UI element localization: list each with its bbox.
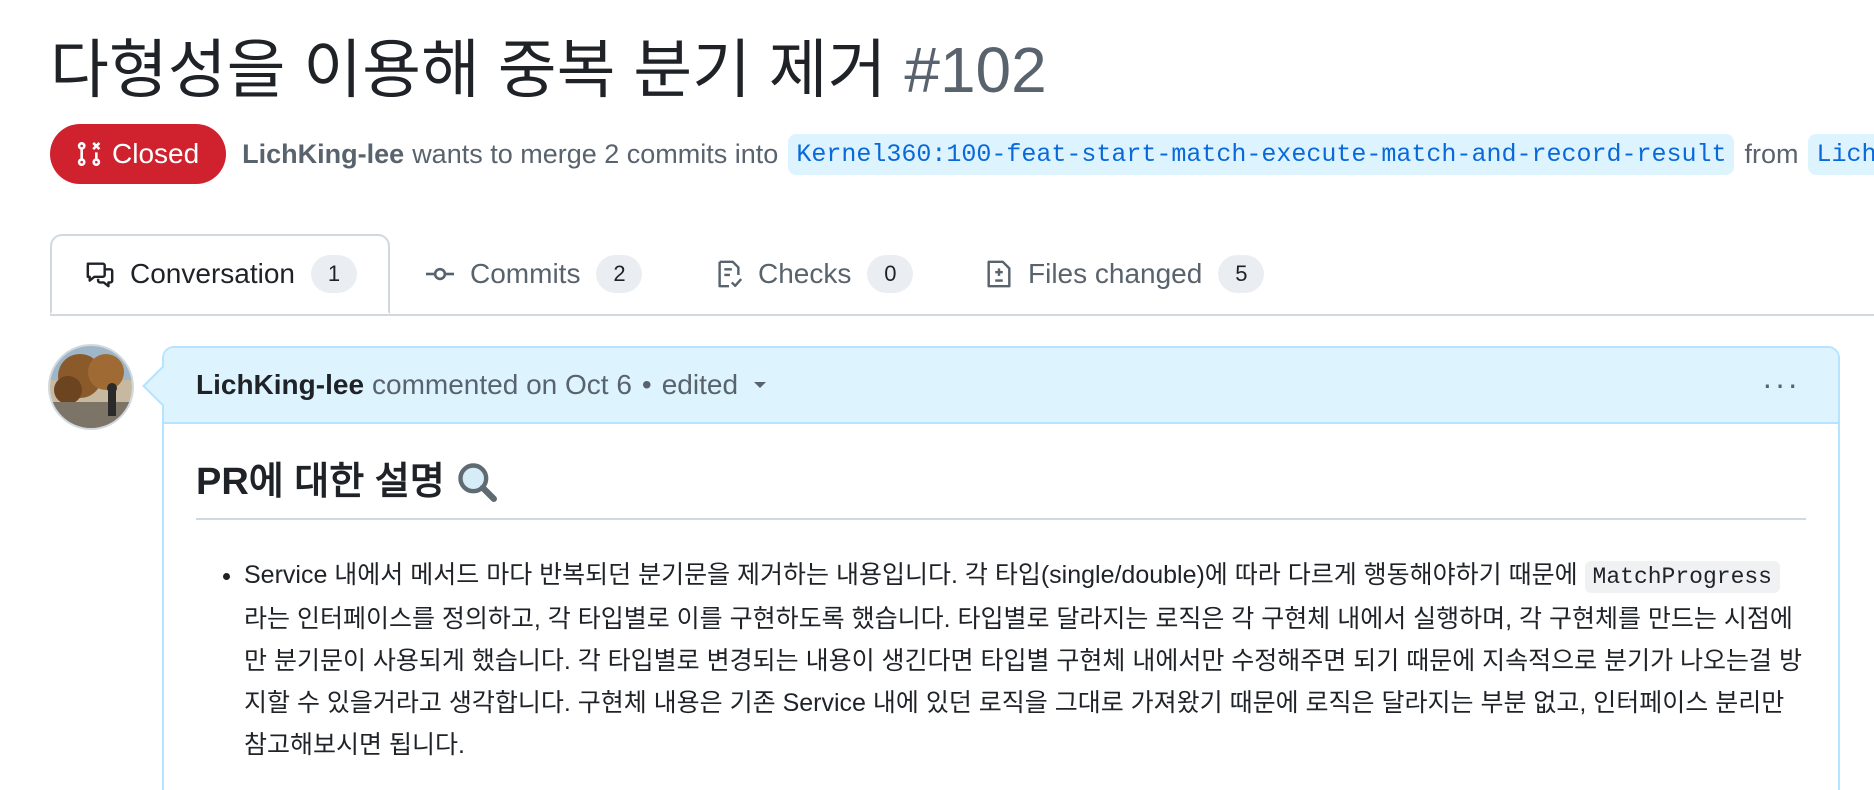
comment-action[interactable]: commented on Oct 6 [372, 369, 632, 401]
description-list: Service 내에서 메서드 마다 반복되던 분기문을 제거하는 내용입니다.… [196, 554, 1806, 766]
git-commit-icon [424, 259, 456, 289]
body-heading-text: PR에 대한 설명 [196, 461, 445, 503]
merge-text: wants to merge 2 commits into [412, 138, 779, 169]
comment-separator: • [641, 369, 652, 400]
pr-title: 다형성을 이용해 중복 분기 제거 #102 [50, 28, 1047, 112]
tab-commits-label: Commits [470, 258, 581, 289]
from-text: from [1744, 138, 1799, 169]
avatar[interactable] [48, 344, 134, 430]
tab-files-changed[interactable]: Files changed 5 [984, 234, 1265, 314]
list-item: Service 내에서 메서드 마다 반복되던 분기문을 제거하는 내용입니다.… [244, 554, 1806, 766]
state-label: Closed [112, 138, 200, 169]
tab-conversation-count: 1 [310, 255, 357, 293]
comment-discussion-icon [84, 259, 116, 289]
state-badge: Closed [50, 124, 227, 184]
comment-body: PR에 대한 설명 Service 내에서 메서드 마다 반복되던 분기문을 제… [196, 422, 1806, 766]
pull-request-page: 다형성을 이용해 중복 분기 제거 #102 Closed LichKing-l… [0, 0, 1874, 790]
comment-header: LichKing-lee commented on Oct 6 • edited… [164, 348, 1838, 424]
checklist-icon [714, 258, 744, 290]
git-pull-request-closed-icon [77, 141, 101, 167]
body-heading: PR에 대한 설명 [196, 422, 1806, 520]
tab-commits[interactable]: Commits 2 [424, 234, 643, 314]
magnifying-glass-icon [455, 460, 499, 504]
tab-files-changed-count: 5 [1218, 255, 1265, 293]
comment-box: LichKing-lee commented on Oct 6 • edited… [162, 346, 1840, 790]
head-branch[interactable]: Lich [1808, 133, 1874, 175]
inline-code: MatchProgress [1584, 561, 1780, 593]
tab-files-changed-label: Files changed [1028, 258, 1203, 289]
pr-meta: Closed LichKing-lee wants to merge 2 com… [50, 124, 1874, 184]
tab-checks[interactable]: Checks 0 [714, 234, 914, 314]
tab-commits-count: 2 [596, 255, 643, 293]
base-branch[interactable]: Kernel360:100-feat-start-match-execute-m… [788, 133, 1735, 175]
tab-checks-count: 0 [867, 255, 914, 293]
kebab-menu-icon[interactable]: ··· [1762, 366, 1800, 402]
bullet-text-part1: Service 내에서 메서드 마다 반복되던 분기문을 제거하는 내용입니다.… [244, 561, 1585, 589]
tab-conversation[interactable]: Conversation 1 [50, 234, 390, 314]
chevron-down-icon[interactable] [752, 379, 768, 391]
edited-label[interactable]: edited [662, 369, 738, 401]
pr-number: #102 [904, 34, 1047, 106]
file-diff-icon [984, 258, 1014, 290]
pr-title-text: 다형성을 이용해 중복 분기 제거 [50, 34, 887, 106]
pr-tabs: Conversation 1 Commits 2 Checks 0 Files … [50, 234, 1874, 316]
bullet-text-part2: 라는 인터페이스를 정의하고, 각 타입별로 이를 구현하도록 했습니다. 타입… [244, 605, 1802, 759]
comment-author[interactable]: LichKing-lee [196, 369, 364, 401]
pr-author-link[interactable]: LichKing-lee [242, 139, 404, 170]
tab-conversation-label: Conversation [130, 258, 295, 289]
tab-checks-label: Checks [758, 258, 852, 289]
